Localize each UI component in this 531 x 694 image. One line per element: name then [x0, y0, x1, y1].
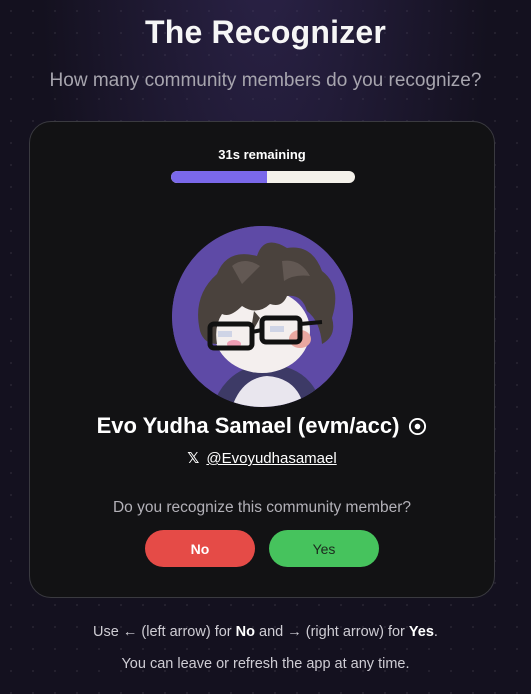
- hint-no-word: No: [235, 624, 255, 640]
- member-name: Evo Yudha Samael (evm/acc): [96, 413, 400, 438]
- hint-text-2: and → (right arrow) for: [255, 624, 409, 640]
- verified-circle-icon: [409, 417, 427, 435]
- avatar: [172, 226, 353, 407]
- keyboard-hint: Use ← (left arrow) for No and → (right a…: [0, 624, 531, 640]
- hint-text-1: Use ← (left arrow) for: [93, 624, 236, 640]
- hint-text-3: .: [433, 624, 438, 640]
- x-logo-icon: 𝕏: [187, 450, 200, 467]
- recognize-question: Do you recognize this community member?: [112, 499, 412, 516]
- yes-button[interactable]: Yes: [269, 530, 379, 567]
- page-subtitle: How many community members do you recogn…: [49, 70, 482, 91]
- page-title: The Recognizer: [144, 14, 387, 50]
- member-name-row: Evo Yudha Samael (evm/acc): [30, 413, 494, 439]
- avatar-illustration: [172, 226, 353, 407]
- timer-progress-fill: [171, 171, 267, 183]
- member-handle-link[interactable]: @Evoyudhasamael: [206, 450, 336, 467]
- hint-yes-word: Yes: [408, 624, 434, 640]
- timer-progress-bar: [171, 171, 355, 183]
- footer-note: You can leave or refresh the app at any …: [121, 656, 410, 672]
- member-handle-row: 𝕏 @Evoyudhasamael: [30, 450, 494, 467]
- member-card: 31s remaining Evo Yudha Samael (evm/acc)…: [29, 121, 495, 598]
- no-button[interactable]: No: [145, 530, 255, 567]
- timer-label: 31s remaining: [218, 147, 306, 162]
